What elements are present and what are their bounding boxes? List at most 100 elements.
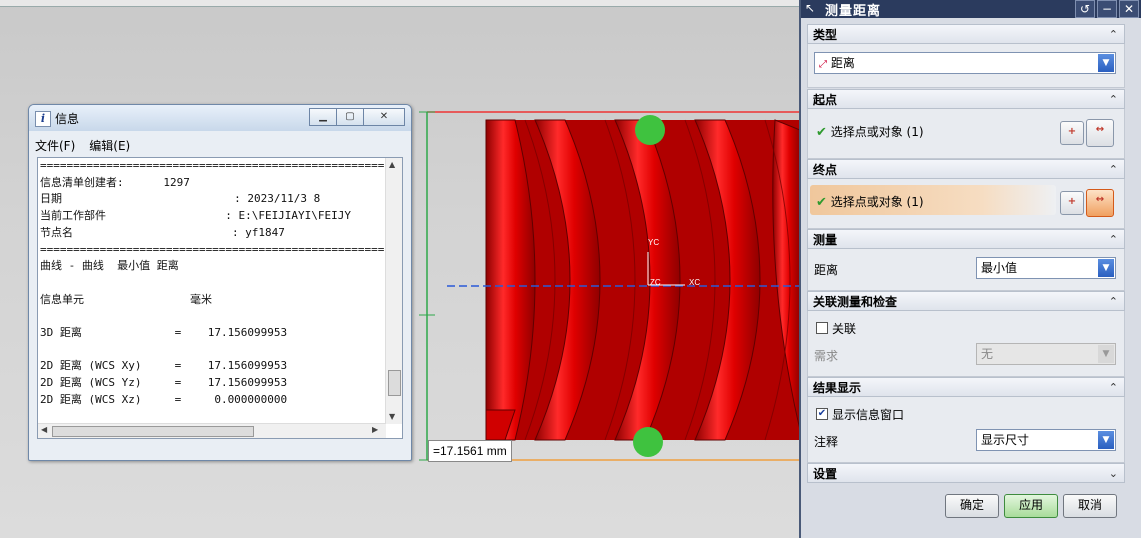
dialog-title: 测量距离 — [825, 4, 882, 19]
chevron-down-icon[interactable]: ⌄ — [1109, 464, 1118, 484]
info-line: 节点名 : yf1847 — [40, 225, 285, 239]
checkmark-icon: ✔ — [816, 125, 827, 140]
chevron-up-icon[interactable]: ⌃ — [1109, 90, 1118, 110]
menu-edit[interactable]: 编辑(E) — [89, 137, 130, 154]
end-select-object[interactable]: ✔ 选择点或对象 (1) — [816, 193, 924, 210]
section-settings-title: 设置 — [813, 467, 838, 481]
distance-type-icon: ⤢ — [819, 59, 827, 70]
collapse-button[interactable]: − — [1097, 0, 1117, 18]
maximize-button[interactable]: ▢ — [336, 108, 364, 126]
info-line: 信息单元 毫米 — [40, 292, 212, 306]
scroll-down-icon[interactable]: ▼ — [389, 412, 395, 421]
horizontal-scroll-thumb[interactable] — [52, 426, 254, 437]
measure-distance-dialog[interactable]: ↖ 测量距离 ↺ − ✕ 类型 ⌃ ⤢ 距离 ▼ 起点 ⌃ ✔ 选择点或对象 (… — [799, 0, 1141, 538]
distance-mode-value: 最小值 — [981, 261, 1018, 275]
section-end-header[interactable]: 终点 ⌃ — [807, 159, 1125, 179]
axis-zc-label: ZC — [650, 278, 661, 287]
section-end-title: 终点 — [813, 163, 838, 177]
requirement-label: 需求 — [814, 349, 839, 363]
section-assoc-title: 关联测量和检查 — [813, 295, 898, 309]
graphics-viewport[interactable]: YC ZC XC — [415, 110, 800, 470]
apply-button[interactable]: 应用 — [1004, 494, 1058, 518]
pin-icon[interactable]: ↖ — [805, 1, 815, 15]
info-text-area[interactable]: ========================================… — [37, 157, 403, 439]
horizontal-scrollbar[interactable]: ◀ ▶ — [38, 423, 386, 438]
info-window[interactable]: i 信息 ▁ ▢ ✕ 文件(F) 编辑(E) =================… — [28, 104, 412, 461]
vertical-scroll-thumb[interactable] — [388, 370, 401, 396]
distance-dimension-label: =17.1561 mm — [428, 440, 512, 462]
section-end-body: ✔ 选择点或对象 (1) + ↔ — [807, 179, 1125, 229]
minimize-button[interactable]: ▁ — [309, 108, 337, 126]
point-snap-icon[interactable]: ↔ — [1086, 189, 1114, 217]
distance-mode-select[interactable]: 最小值 ▼ — [976, 257, 1116, 279]
dropdown-arrow-icon[interactable]: ▼ — [1098, 431, 1114, 449]
scroll-right-icon[interactable]: ▶ — [372, 425, 378, 434]
info-line: 3D 距离 = 17.156099953 — [40, 326, 288, 340]
dialog-titlebar[interactable]: ↖ 测量距离 ↺ − ✕ — [801, 0, 1141, 19]
section-start-header[interactable]: 起点 ⌃ — [807, 89, 1125, 109]
info-line — [40, 275, 384, 292]
requirement-value: 无 — [981, 347, 994, 361]
scroll-left-icon[interactable]: ◀ — [41, 425, 47, 434]
reset-button[interactable]: ↺ — [1075, 0, 1095, 18]
info-line: ========================================… — [40, 242, 384, 256]
chevron-up-icon[interactable]: ⌃ — [1109, 230, 1118, 250]
axis-xc-label: XC — [689, 278, 701, 287]
annotation-select[interactable]: 显示尺寸 ▼ — [976, 429, 1116, 451]
end-select-label: 选择点或对象 (1) — [830, 195, 924, 209]
section-measure-header[interactable]: 测量 ⌃ — [807, 229, 1125, 249]
associative-label: 关联 — [832, 322, 857, 336]
chevron-up-icon[interactable]: ⌃ — [1109, 160, 1118, 180]
distance-label: 距离 — [814, 263, 839, 277]
info-icon: i — [35, 111, 51, 127]
section-type-header[interactable]: 类型 ⌃ — [807, 24, 1125, 44]
checkmark-icon: ✔ — [816, 195, 827, 210]
info-line: 2D 距离 (WCS Xz) = 0.000000000 — [40, 392, 288, 406]
chevron-up-icon[interactable]: ⌃ — [1109, 292, 1118, 312]
section-type-body: ⤢ 距离 ▼ — [807, 44, 1125, 88]
section-measure-body: 距离 最小值 ▼ — [807, 249, 1125, 291]
info-line: 2D 距离 (WCS Yz) = 17.156099953 — [40, 376, 288, 390]
axis-yc-label: YC — [648, 238, 660, 247]
info-window-titlebar[interactable]: i 信息 ▁ ▢ ✕ — [29, 105, 411, 131]
section-type-title: 类型 — [813, 28, 838, 42]
info-line: 2D 距离 (WCS Xy) = 17.156099953 — [40, 359, 288, 373]
menu-file[interactable]: 文件(F) — [35, 137, 75, 154]
info-line — [40, 342, 384, 359]
dropdown-arrow-icon: ▼ — [1098, 345, 1114, 363]
annotation-label: 注释 — [814, 435, 839, 449]
dialog-close-button[interactable]: ✕ — [1119, 0, 1139, 18]
section-start-body: ✔ 选择点或对象 (1) + ↔ — [807, 109, 1125, 159]
info-line: ========================================… — [40, 159, 384, 172]
chevron-up-icon[interactable]: ⌃ — [1109, 25, 1118, 45]
section-result-header[interactable]: 结果显示 ⌃ — [807, 377, 1125, 397]
point-dialog-icon[interactable]: + — [1060, 191, 1084, 215]
point-dialog-icon[interactable]: + — [1060, 121, 1084, 145]
cancel-button[interactable]: 取消 — [1063, 494, 1117, 518]
info-line: 曲线 - 曲线 最小值 距离 — [40, 259, 179, 273]
dropdown-arrow-icon[interactable]: ▼ — [1098, 259, 1114, 277]
info-text-content: ========================================… — [40, 158, 384, 424]
type-select[interactable]: ⤢ 距离 ▼ — [814, 52, 1116, 74]
scroll-up-icon[interactable]: ▲ — [389, 160, 395, 169]
ok-button[interactable]: 确定 — [945, 494, 999, 518]
type-select-value: 距离 — [830, 56, 855, 70]
section-start-title: 起点 — [813, 93, 838, 107]
info-line: 信息清单创建者: 1297 — [40, 175, 190, 189]
requirement-select: 无 ▼ — [976, 343, 1116, 365]
section-result-body: ✔ 显示信息窗口 注释 显示尺寸 ▼ — [807, 397, 1125, 463]
thread-model — [419, 111, 800, 461]
dropdown-arrow-icon[interactable]: ▼ — [1098, 54, 1114, 72]
chevron-up-icon[interactable]: ⌃ — [1109, 378, 1118, 398]
show-info-window-label: 显示信息窗口 — [832, 408, 905, 422]
close-button[interactable]: ✕ — [363, 108, 405, 126]
top-toolbar-edge — [0, 0, 800, 7]
vertical-scrollbar[interactable]: ▲ ▼ — [385, 158, 402, 424]
show-info-window-checkbox[interactable]: ✔ — [816, 408, 828, 420]
associative-checkbox[interactable] — [816, 322, 828, 334]
section-settings-header[interactable]: 设置 ⌄ — [807, 463, 1125, 483]
start-select-object[interactable]: ✔ 选择点或对象 (1) — [816, 123, 924, 140]
section-result-title: 结果显示 — [813, 381, 862, 395]
point-snap-icon[interactable]: ↔ — [1086, 119, 1114, 147]
section-assoc-header[interactable]: 关联测量和检查 ⌃ — [807, 291, 1125, 311]
